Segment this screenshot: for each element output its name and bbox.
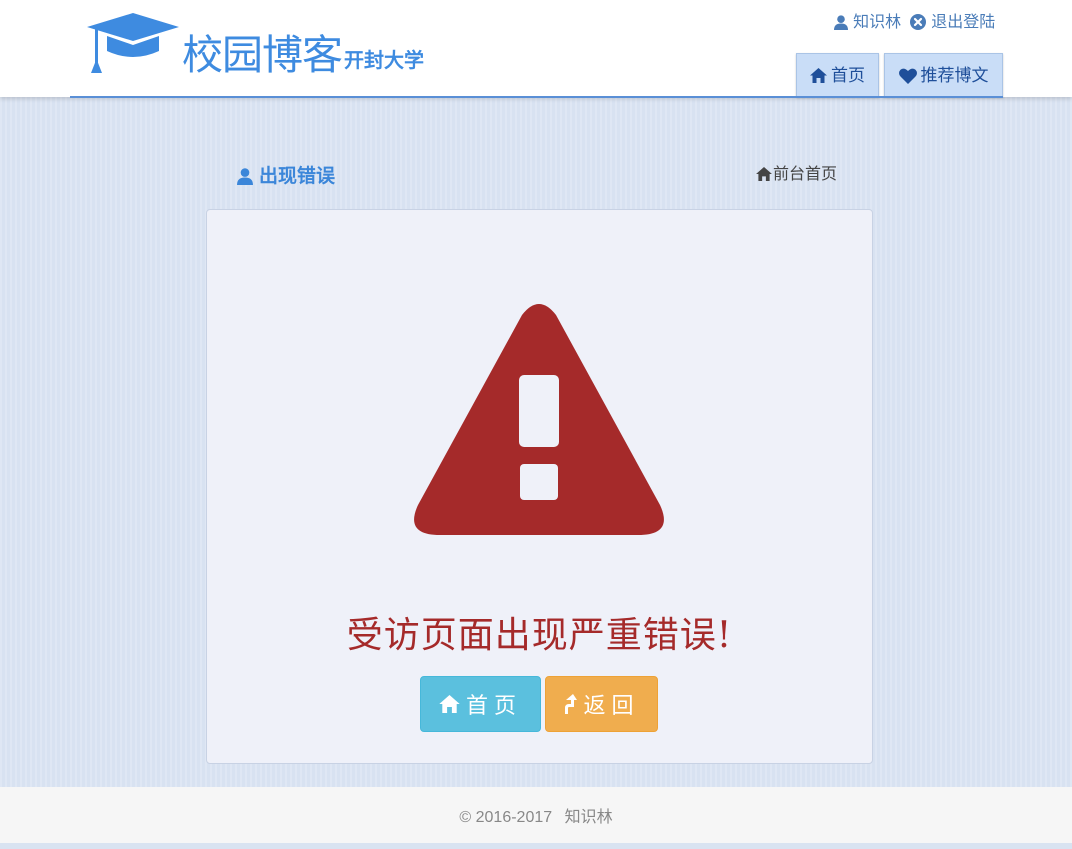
- home-button[interactable]: 首页: [420, 676, 541, 732]
- site-footer: © 2016-2017 知识林: [0, 787, 1072, 843]
- arrow-up-icon: [565, 694, 578, 714]
- section-heading: 出现错误: [237, 163, 335, 189]
- user-icon: [237, 167, 253, 185]
- site-header: 校园博客 开封大学 知识林 退出登陆 首页 推荐博文: [0, 0, 1072, 97]
- user-name-link[interactable]: 知识林: [853, 11, 901, 33]
- home-button-label: 首页: [465, 694, 522, 719]
- user-icon: [834, 11, 848, 33]
- home-icon: [810, 68, 827, 83]
- front-home-label: 前台首页: [773, 164, 838, 183]
- logout-link[interactable]: 退出登陆: [931, 11, 995, 33]
- back-button-label: 返回: [583, 694, 640, 719]
- footer-copyright: © 2016-2017: [459, 809, 553, 826]
- logout-icon: [910, 11, 927, 33]
- error-message: 受访页面出现严重错误!: [346, 615, 733, 656]
- nav-recommended-label: 推荐博文: [920, 65, 989, 86]
- site-title[interactable]: 校园博客: [182, 30, 343, 80]
- graduation-cap-logo-icon[interactable]: [87, 13, 179, 75]
- heart-icon: [898, 68, 917, 84]
- site-subtitle: 开封大学: [344, 48, 424, 72]
- warning-triangle-icon: [414, 304, 664, 535]
- footer-author: 知识林: [564, 809, 613, 826]
- home-icon: [439, 695, 460, 713]
- nav-home-label: 首页: [831, 65, 865, 86]
- user-bar: 知识林 退出登陆: [834, 10, 995, 33]
- back-button[interactable]: 返回: [545, 676, 658, 732]
- nav-recommended-button[interactable]: 推荐博文: [884, 53, 1003, 97]
- header-divider: [70, 96, 1003, 98]
- section-title: 出现错误: [259, 165, 336, 187]
- home-icon: [756, 167, 772, 181]
- nav-home-button[interactable]: 首页: [796, 53, 879, 97]
- front-home-link[interactable]: 前台首页: [756, 162, 837, 186]
